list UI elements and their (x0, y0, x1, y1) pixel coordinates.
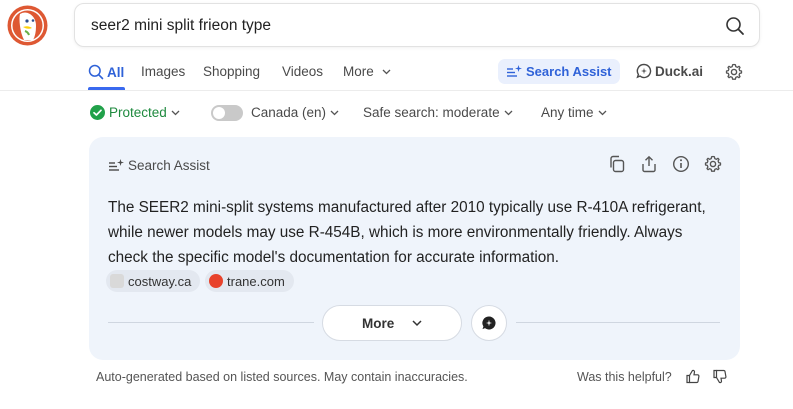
card-actions (608, 155, 722, 175)
tab-videos[interactable]: Videos (282, 64, 323, 79)
follow-up-chat-button[interactable] (471, 305, 507, 341)
gear-icon[interactable] (704, 155, 722, 173)
search-assist-label: Search Assist (526, 64, 612, 79)
duck-ai-label: Duck.ai (655, 64, 704, 79)
assist-answer-text: The SEER2 mini-split systems manufacture… (108, 199, 706, 266)
info-icon[interactable] (672, 155, 690, 173)
protected-label: Protected (109, 105, 167, 120)
shield-check-icon (90, 105, 105, 120)
region-dropdown[interactable]: Canada (en) (251, 105, 339, 120)
more-button[interactable]: More (322, 305, 462, 341)
tab-shopping[interactable]: Shopping (203, 64, 260, 79)
chevron-down-icon (412, 320, 422, 327)
safe-search-dropdown[interactable]: Safe search: moderate (363, 105, 513, 120)
tab-all[interactable]: All (88, 64, 124, 80)
chevron-down-icon (171, 110, 180, 116)
copy-icon[interactable] (608, 155, 626, 173)
tab-all-label: All (107, 65, 125, 80)
search-input[interactable]: seer2 mini split frieon type (91, 17, 271, 35)
chevron-down-icon (382, 69, 390, 75)
chevron-down-icon (598, 110, 606, 116)
protection-dropdown[interactable]: Protected (90, 105, 180, 120)
tab-images[interactable]: Images (141, 64, 185, 79)
chevron-down-icon (504, 110, 513, 116)
more-button-label: More (361, 316, 395, 331)
thumbs-up-icon[interactable] (685, 369, 700, 384)
helpful-prompt: Was this helpful? (577, 370, 672, 384)
more-divider-left (108, 322, 314, 323)
source-label: trane.com (227, 274, 285, 289)
chat-bubble-icon (636, 63, 652, 79)
card-title-label: Search Assist (128, 158, 210, 173)
card-title: Search Assist (108, 158, 210, 173)
search-assist-button[interactable]: Search Assist (498, 59, 620, 84)
region-label: Canada (en) (251, 105, 327, 120)
disclaimer-text: Auto-generated based on listed sources. … (96, 370, 468, 384)
tab-more-label: More (343, 64, 374, 79)
safe-search-label: Safe search: moderate (363, 105, 500, 120)
source-chip-trane[interactable]: trane.com (205, 270, 294, 292)
chevron-down-icon (330, 110, 339, 116)
filter-bar: Protected Canada (en) Safe search: moder… (0, 100, 793, 126)
time-label: Any time (541, 105, 594, 120)
thumbs-down-icon[interactable] (712, 369, 727, 384)
chat-bubble-icon (482, 316, 496, 330)
search-assist-card: Search Assist The SEER2 mini-split syste… (89, 137, 740, 360)
duck-ai-button[interactable]: Duck.ai (636, 63, 703, 79)
share-icon[interactable] (640, 155, 658, 173)
search-icon[interactable] (725, 16, 745, 36)
source-chip-costway[interactable]: costway.ca (106, 270, 201, 292)
duckduckgo-logo-icon[interactable] (7, 5, 48, 46)
region-toggle[interactable] (211, 105, 243, 121)
sparkle-list-icon (507, 65, 522, 77)
header-divider (0, 90, 793, 91)
more-divider-right (516, 322, 720, 323)
trane-favicon-icon (209, 274, 223, 288)
source-label: costway.ca (128, 274, 192, 289)
search-icon (88, 64, 104, 80)
tab-more[interactable]: More (343, 64, 391, 79)
search-box[interactable]: seer2 mini split frieon type (74, 3, 760, 47)
time-dropdown[interactable]: Any time (541, 105, 607, 120)
costway-favicon-icon (110, 274, 124, 288)
sparkle-list-icon (109, 159, 124, 171)
gear-icon[interactable] (725, 63, 743, 81)
